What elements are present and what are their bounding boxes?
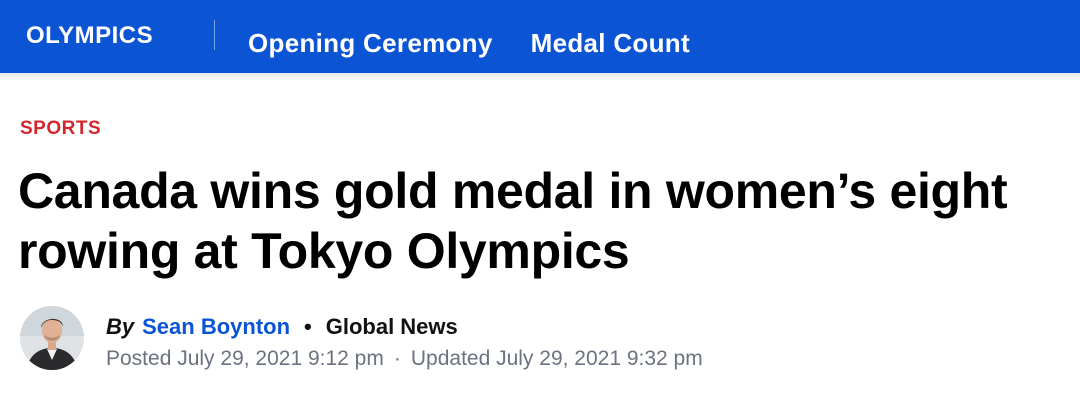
nav-link-opening-ceremony[interactable]: Opening Ceremony xyxy=(248,30,493,56)
top-navigation-bar: OLYMPICS Opening Ceremony Medal Count xyxy=(0,0,1080,73)
author-photo xyxy=(20,306,84,370)
article-headline: Canada wins gold medal in women’s eight … xyxy=(18,163,1008,279)
category-label[interactable]: SPORTS xyxy=(20,118,101,140)
date-separator: · xyxy=(393,347,401,370)
news-source: Global News xyxy=(325,314,458,339)
primary-nav: Opening Ceremony Medal Count xyxy=(248,30,690,56)
author-avatar[interactable] xyxy=(20,306,84,370)
byline-prefix: By xyxy=(106,314,135,339)
nav-divider xyxy=(214,20,215,50)
posted-date: Posted July 29, 2021 9:12 pm xyxy=(106,347,384,370)
brand-logo-text[interactable]: OLYMPICS xyxy=(26,22,153,50)
byline: By Sean Boynton • Global News xyxy=(106,314,458,340)
nav-link-medal-count[interactable]: Medal Count xyxy=(531,30,690,56)
article-dates: Posted July 29, 2021 9:12 pm · Updated J… xyxy=(106,347,703,371)
author-link[interactable]: Sean Boynton xyxy=(142,314,290,340)
header-shadow xyxy=(0,73,1080,81)
updated-date: Updated July 29, 2021 9:32 pm xyxy=(410,347,703,370)
byline-separator: • xyxy=(304,314,312,339)
